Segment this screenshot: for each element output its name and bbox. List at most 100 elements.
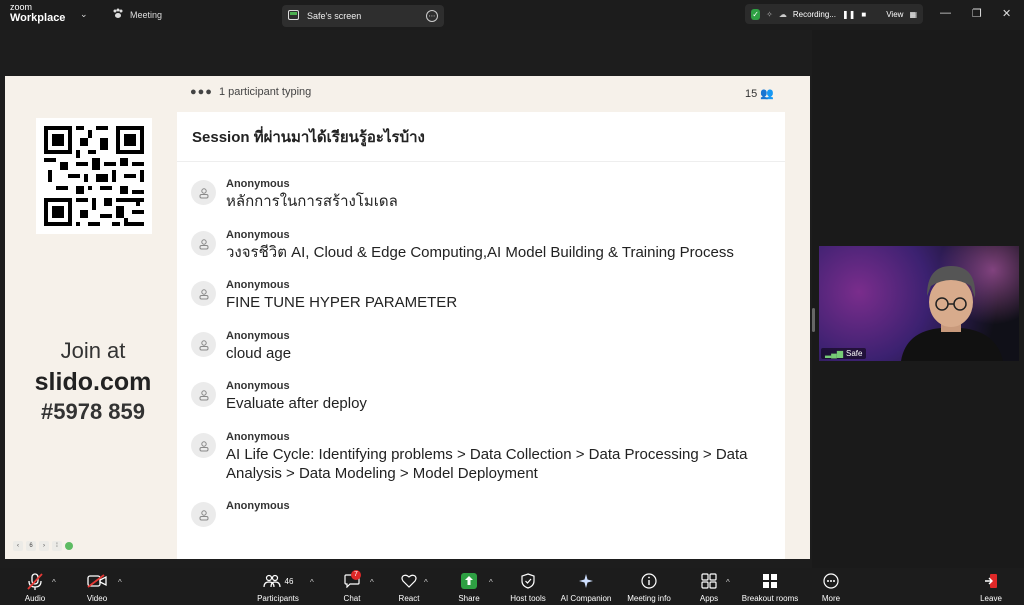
page-number: 6 bbox=[26, 541, 36, 551]
host-tools-label: Host tools bbox=[510, 594, 546, 603]
response-text: FINE TUNE HYPER PARAMETER bbox=[226, 294, 458, 311]
leave-label: Leave bbox=[980, 594, 1002, 603]
pause-icon[interactable]: ❚❚ bbox=[842, 10, 855, 19]
shield-icon[interactable]: ✓ bbox=[751, 8, 761, 20]
list-item: Anonymous FINE TUNE HYPER PARAMETER bbox=[191, 279, 766, 312]
share-label: Share bbox=[458, 594, 480, 603]
breakout-rooms-icon bbox=[740, 572, 800, 590]
user-icon bbox=[191, 382, 216, 407]
host-tools-button[interactable]: Host tools bbox=[508, 572, 548, 603]
heart-icon bbox=[395, 572, 423, 590]
list-item: Anonymous cloud age bbox=[191, 330, 766, 363]
video-label: Video bbox=[86, 594, 108, 603]
video-options-caret[interactable]: ^ bbox=[118, 578, 122, 587]
recording-label: Recording... bbox=[792, 9, 836, 19]
user-icon bbox=[191, 433, 216, 458]
audio-options-caret[interactable]: ^ bbox=[52, 578, 56, 587]
ai-companion-button[interactable]: AI Companion bbox=[558, 572, 614, 603]
react-options-caret[interactable]: ^ bbox=[424, 578, 428, 587]
video-name-label: ▂▄▆ Safe bbox=[821, 348, 867, 359]
participants-button[interactable]: 46 Participants bbox=[254, 572, 302, 603]
meeting-tab[interactable]: Meeting bbox=[112, 8, 162, 21]
typing-text: 1 participant typing bbox=[218, 86, 312, 98]
participants-icon: 46 bbox=[254, 572, 302, 590]
chat-icon: 7 bbox=[338, 570, 366, 590]
screen-share-tab[interactable]: Safe's screen ⋯ bbox=[282, 5, 444, 27]
participants-label: Participants bbox=[257, 594, 299, 603]
shared-screen-area: ●●● 1 participant typing 15 👥 Join at sl… bbox=[0, 30, 812, 568]
people-icon: 👥 bbox=[760, 88, 774, 100]
recording-controls: ✓ ✧ ☁ Recording... ❚❚ ■ View ▦ bbox=[745, 4, 923, 24]
screen-icon bbox=[288, 10, 299, 22]
paw-icon bbox=[112, 8, 124, 21]
response-author: Anonymous bbox=[226, 229, 290, 241]
prev-slide-button[interactable]: ‹ bbox=[13, 541, 23, 551]
response-author: Anonymous bbox=[226, 178, 290, 190]
apps-label: Apps bbox=[699, 594, 719, 603]
next-slide-button[interactable]: › bbox=[39, 541, 49, 551]
apps-button[interactable]: Apps bbox=[696, 572, 722, 603]
screen-tab-label: Safe's screen bbox=[307, 11, 362, 21]
participant-video[interactable]: ▂▄▆ Safe bbox=[819, 246, 1019, 361]
resize-handle[interactable] bbox=[812, 308, 815, 332]
chat-button[interactable]: 7 Chat bbox=[338, 570, 366, 603]
chat-badge: 7 bbox=[351, 570, 361, 580]
grid-icon[interactable]: ▦ bbox=[909, 10, 917, 19]
pager-menu-icon[interactable]: ⁞ bbox=[52, 541, 62, 551]
response-author: Anonymous bbox=[226, 279, 290, 291]
meeting-tab-label: Meeting bbox=[130, 9, 163, 20]
react-button[interactable]: React bbox=[395, 572, 423, 603]
user-icon bbox=[191, 180, 216, 205]
meeting-info-label: Meeting info bbox=[627, 594, 671, 603]
typing-dots: ●●● bbox=[190, 86, 213, 98]
user-icon bbox=[191, 281, 216, 306]
participants-count: 46 bbox=[284, 576, 294, 586]
video-button[interactable]: Video bbox=[82, 572, 112, 603]
audio-button[interactable]: Audio bbox=[20, 572, 50, 603]
more-button[interactable]: More bbox=[818, 572, 844, 603]
view-button[interactable]: View bbox=[886, 10, 903, 19]
response-author: Anonymous bbox=[226, 330, 290, 342]
response-text: วงจรชีวิต AI, Cloud & Edge Computing,AI … bbox=[226, 244, 734, 261]
user-icon bbox=[191, 332, 216, 357]
apps-options-caret[interactable]: ^ bbox=[726, 578, 730, 587]
audio-label: Audio bbox=[24, 594, 46, 603]
stop-icon[interactable]: ■ bbox=[861, 10, 866, 19]
list-item: Anonymous หลักการในการสร้างโมเดล bbox=[191, 178, 766, 211]
logo-small-text: zoom bbox=[10, 2, 33, 12]
react-label: React bbox=[398, 594, 420, 603]
chat-options-caret[interactable]: ^ bbox=[370, 578, 374, 587]
leave-button[interactable]: Leave bbox=[978, 572, 1004, 603]
share-button[interactable]: Share bbox=[455, 572, 483, 603]
user-icon bbox=[191, 502, 216, 527]
close-icon[interactable]: ✕ bbox=[1002, 7, 1011, 20]
response-author: Anonymous bbox=[226, 500, 290, 512]
logo-big-text: Workplace bbox=[10, 12, 66, 24]
share-options-caret[interactable]: ^ bbox=[489, 578, 493, 587]
participants-options-caret[interactable]: ^ bbox=[310, 578, 314, 587]
minimize-icon[interactable]: — bbox=[940, 7, 951, 19]
breakout-rooms-button[interactable]: Breakout rooms bbox=[740, 572, 800, 603]
join-url: slido.com bbox=[34, 368, 152, 396]
participant-figure bbox=[891, 256, 1011, 361]
response-text: cloud age bbox=[226, 345, 292, 362]
mic-muted-icon bbox=[20, 572, 50, 590]
question-title: Session ที่ผ่านมาได้เรียนรู้อะไรบ้าง bbox=[177, 112, 785, 162]
response-author: Anonymous bbox=[226, 431, 290, 443]
list-item: Anonymous วงจรชีวิต AI, Cloud & Edge Com… bbox=[191, 229, 766, 262]
sparkle-icon bbox=[558, 572, 614, 590]
chevron-down-icon[interactable]: ⌄ bbox=[80, 9, 88, 20]
slido-slide: ●●● 1 participant typing 15 👥 Join at sl… bbox=[5, 76, 810, 559]
title-bar: zoom Workplace ⌄ Meeting Safe's screen ⋯… bbox=[0, 0, 1024, 30]
join-code: #5978 859 bbox=[41, 399, 145, 424]
restore-icon[interactable]: ❐ bbox=[972, 7, 982, 20]
info-icon bbox=[624, 572, 674, 590]
response-text: AI Life Cycle: Identifying problems > Da… bbox=[226, 446, 748, 482]
list-item: Anonymous Evaluate after deploy bbox=[191, 380, 766, 413]
participant-name: Safe bbox=[845, 349, 863, 358]
meeting-info-button[interactable]: Meeting info bbox=[624, 572, 674, 603]
sparkle-icon[interactable]: ✧ bbox=[766, 10, 773, 19]
breakout-rooms-label: Breakout rooms bbox=[741, 594, 799, 603]
video-off-icon bbox=[82, 572, 112, 590]
more-options-icon[interactable]: ⋯ bbox=[426, 10, 438, 22]
